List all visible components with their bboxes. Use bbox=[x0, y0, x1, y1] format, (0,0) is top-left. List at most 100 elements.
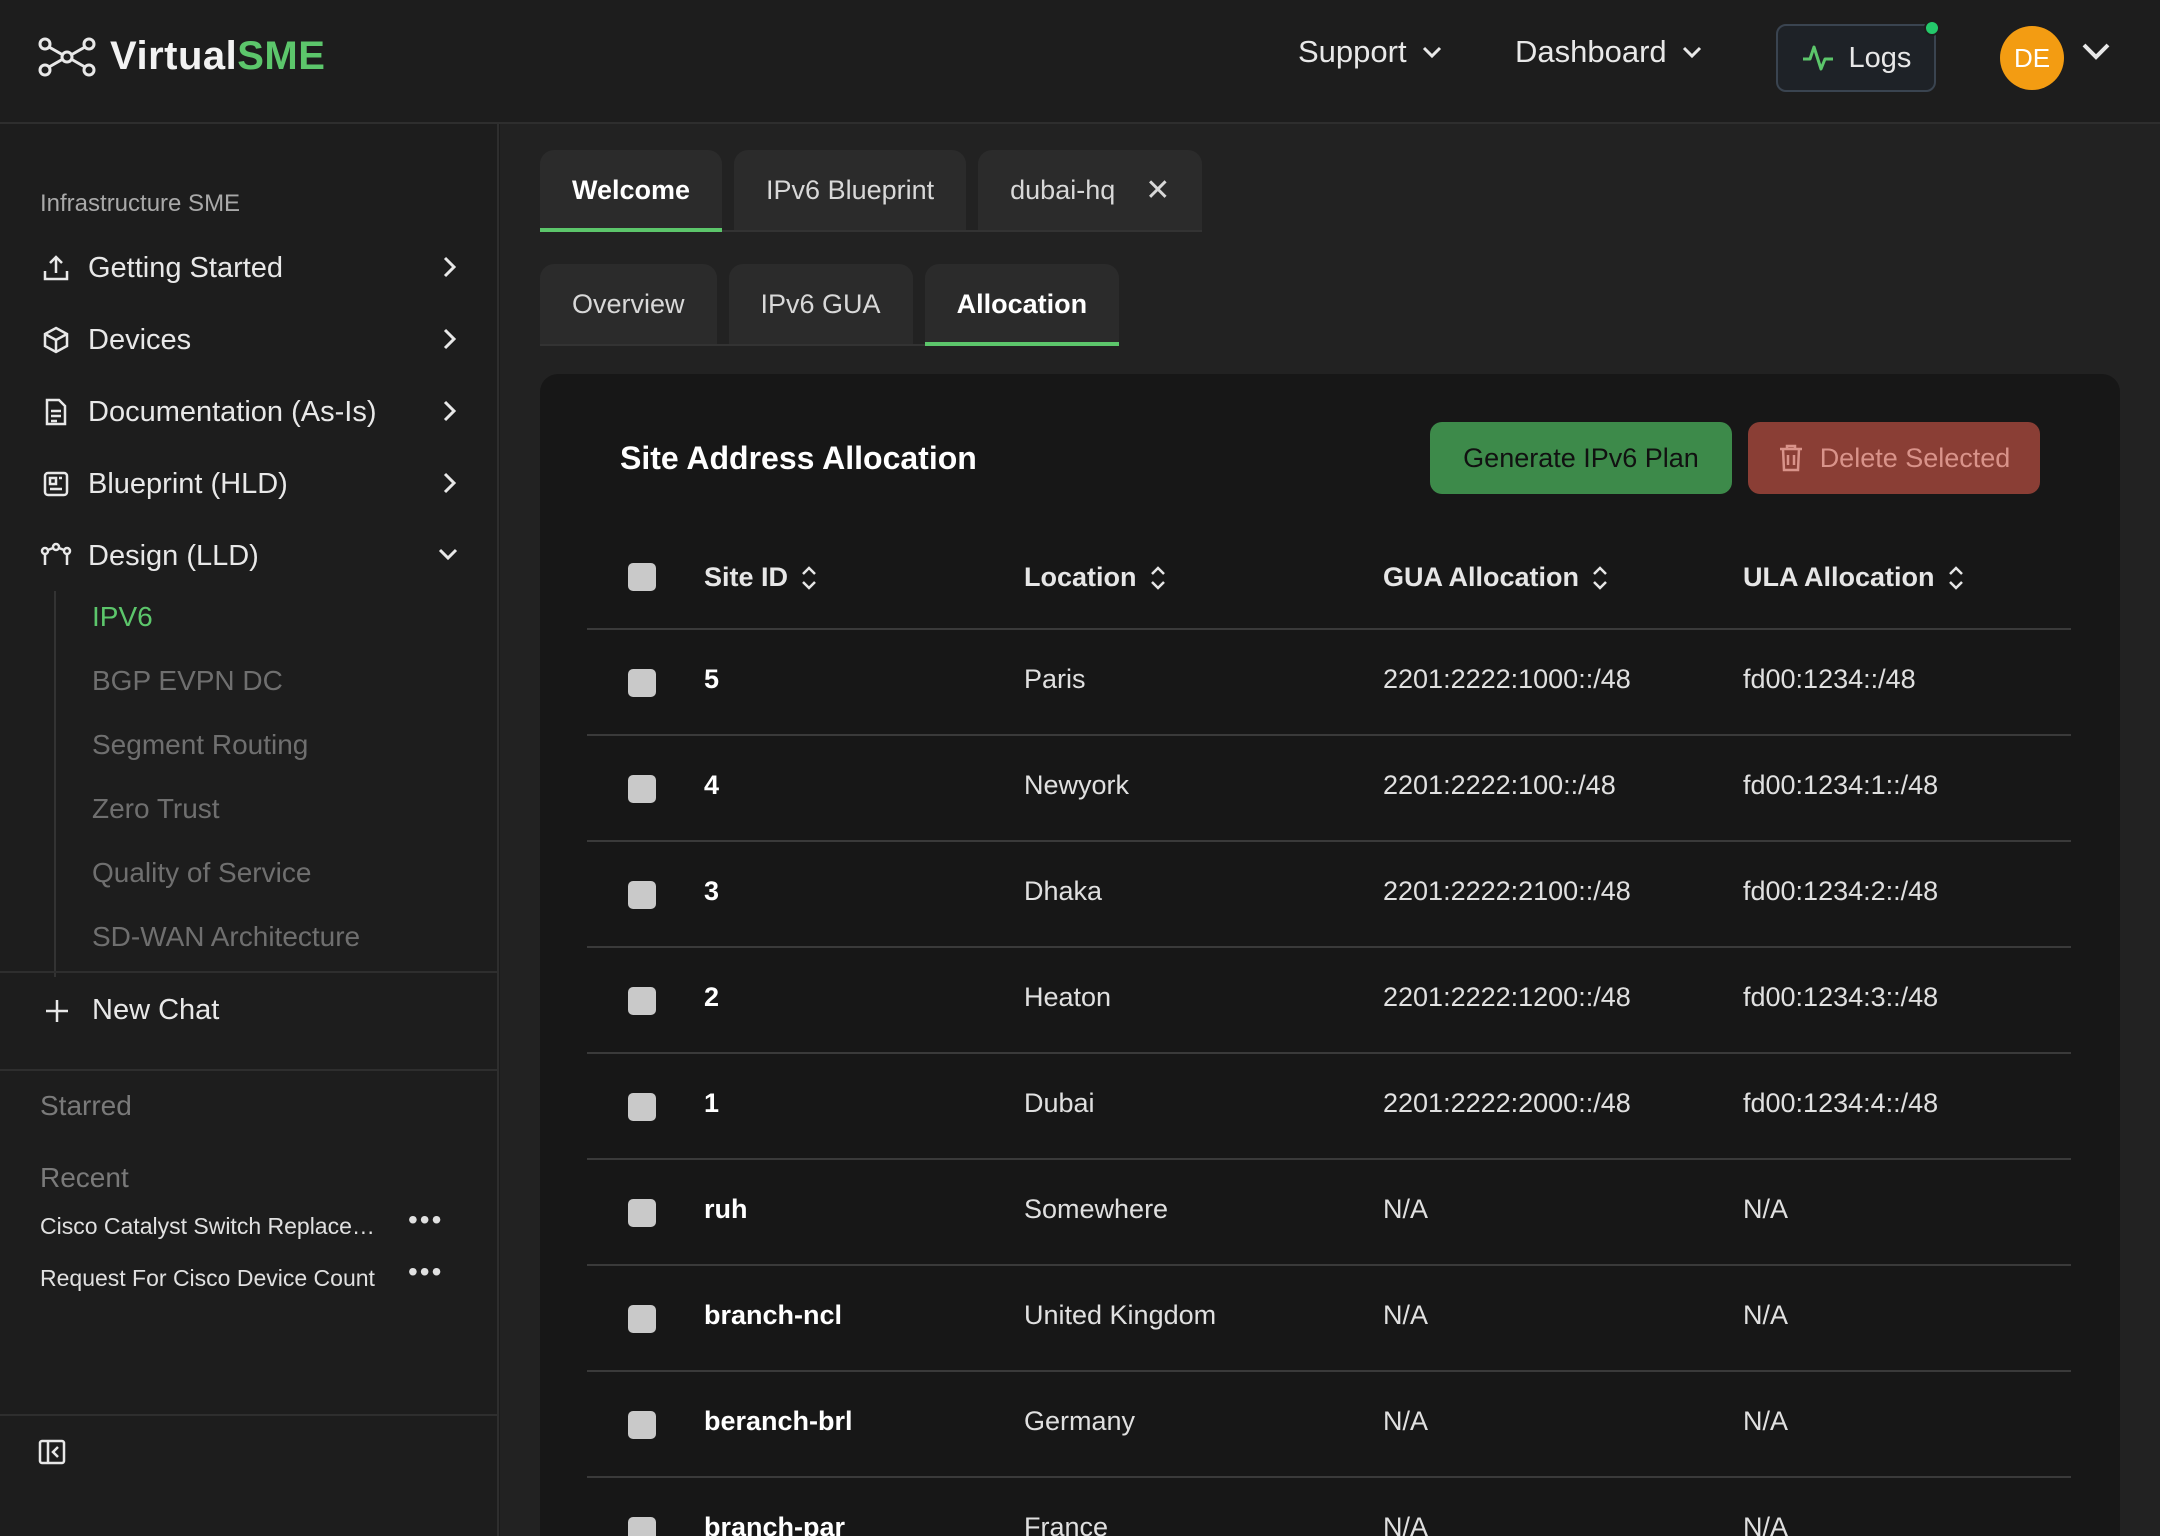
cell-site-id: 4 bbox=[704, 770, 720, 800]
column-header-gua[interactable]: GUA Allocation bbox=[1383, 562, 1609, 593]
table-row[interactable]: 3 Dhaka 2201:2222:2100::/48 fd00:1234:2:… bbox=[587, 842, 2071, 948]
cell-ula: N/A bbox=[1743, 1512, 1789, 1536]
more-options-icon[interactable]: ••• bbox=[408, 1204, 443, 1236]
cell-location: Heaton bbox=[1024, 982, 1112, 1012]
table-row[interactable]: 1 Dubai 2201:2222:2000::/48 fd00:1234:4:… bbox=[587, 1054, 2071, 1160]
table-row[interactable]: ruh Somewhere N/A N/A bbox=[587, 1160, 2071, 1266]
cell-location: Newyork bbox=[1024, 770, 1130, 800]
row-checkbox[interactable] bbox=[628, 669, 656, 697]
tab-ipv6-blueprint[interactable]: IPv6 Blueprint bbox=[734, 150, 967, 230]
cell-ula: fd00:1234:3::/48 bbox=[1743, 982, 1939, 1012]
more-options-icon[interactable]: ••• bbox=[408, 1256, 443, 1288]
close-icon[interactable]: ✕ bbox=[1145, 173, 1170, 208]
sidebar: Infrastructure SME Getting Started Devic… bbox=[0, 124, 499, 1536]
column-header-ula[interactable]: ULA Allocation bbox=[1743, 562, 1965, 593]
activity-icon bbox=[1802, 45, 1833, 71]
logs-label: Logs bbox=[1848, 41, 1912, 74]
blueprint-icon bbox=[40, 468, 72, 500]
section-label: Infrastructure SME bbox=[40, 190, 241, 217]
table-row[interactable]: branch-par France N/A N/A bbox=[587, 1478, 2071, 1536]
table-row[interactable]: beranch-brl Germany N/A N/A bbox=[587, 1372, 2071, 1478]
nav-dashboard-label: Dashboard bbox=[1515, 34, 1667, 69]
cell-ula: fd00:1234:4::/48 bbox=[1743, 1088, 1939, 1118]
cell-ula: fd00:1234:2::/48 bbox=[1743, 876, 1939, 906]
sidebar-item-label: Design (LLD) bbox=[88, 539, 259, 572]
allocation-table: Site ID Location GUA Allocation ULA Allo… bbox=[587, 524, 2071, 1536]
generate-ipv6-plan-button[interactable]: Generate IPv6 Plan bbox=[1430, 422, 1732, 494]
chevron-down-icon[interactable] bbox=[2080, 40, 2112, 62]
allocation-panel: Site Address Allocation Generate IPv6 Pl… bbox=[540, 374, 2120, 1536]
new-chat-button[interactable]: New Chat bbox=[44, 994, 219, 1027]
sidebar-item-label: Devices bbox=[88, 323, 192, 356]
cell-location: France bbox=[1024, 1512, 1109, 1536]
sidebar-item-blueprint[interactable]: Blueprint (HLD) bbox=[40, 456, 460, 512]
sub-item-bgp-evpn-dc[interactable]: BGP EVPN DC bbox=[92, 665, 283, 697]
cell-site-id: 3 bbox=[704, 876, 720, 906]
nav-dashboard[interactable]: Dashboard bbox=[1515, 34, 1703, 70]
tab-allocation[interactable]: Allocation bbox=[924, 264, 1120, 346]
table-row[interactable]: 2 Heaton 2201:2222:1200::/48 fd00:1234:3… bbox=[587, 948, 2071, 1054]
sidebar-divider bbox=[0, 1069, 499, 1071]
cell-gua: 2201:2222:100::/48 bbox=[1383, 770, 1616, 800]
row-checkbox[interactable] bbox=[628, 1093, 656, 1121]
logo[interactable]: VirtualSME bbox=[38, 34, 325, 79]
nav-support[interactable]: Support bbox=[1298, 34, 1443, 70]
recent-chat-item[interactable]: Cisco Catalyst Switch Replacement bbox=[40, 1212, 440, 1240]
sidebar-item-label: Getting Started bbox=[88, 251, 284, 284]
sub-item-ipv6[interactable]: IPV6 bbox=[92, 601, 153, 633]
row-checkbox[interactable] bbox=[628, 1517, 656, 1536]
row-checkbox[interactable] bbox=[628, 1199, 656, 1227]
row-checkbox[interactable] bbox=[628, 881, 656, 909]
cell-ula: fd00:1234:1::/48 bbox=[1743, 770, 1939, 800]
cell-site-id: branch-ncl bbox=[704, 1300, 843, 1330]
table-row[interactable]: 5 Paris 2201:2222:1000::/48 fd00:1234::/… bbox=[587, 630, 2071, 736]
cell-site-id: 1 bbox=[704, 1088, 720, 1118]
document-icon bbox=[40, 396, 72, 428]
sidebar-item-getting-started[interactable]: Getting Started bbox=[40, 240, 460, 296]
table-row[interactable]: branch-ncl United Kingdom N/A N/A bbox=[587, 1266, 2071, 1372]
recent-chat-item[interactable]: Request For Cisco Device Count bbox=[40, 1264, 440, 1292]
logs-button[interactable]: Logs bbox=[1776, 20, 1940, 92]
cell-gua: N/A bbox=[1383, 1194, 1429, 1224]
tab-overview[interactable]: Overview bbox=[540, 264, 717, 344]
column-header-location[interactable]: Location bbox=[1024, 562, 1167, 593]
table-row[interactable]: 4 Newyork 2201:2222:100::/48 fd00:1234:1… bbox=[587, 736, 2071, 842]
cell-site-id: branch-par bbox=[704, 1512, 846, 1536]
sidebar-divider bbox=[0, 1414, 499, 1416]
chevron-down-icon bbox=[1422, 46, 1441, 59]
avatar[interactable]: DE bbox=[2000, 26, 2064, 90]
chevron-down-icon bbox=[438, 548, 458, 561]
column-header-site-id[interactable]: Site ID bbox=[704, 562, 818, 593]
collapse-sidebar-icon[interactable] bbox=[38, 1438, 66, 1466]
sidebar-item-documentation[interactable]: Documentation (As-Is) bbox=[40, 384, 460, 440]
chevron-right-icon bbox=[443, 400, 457, 422]
design-icon bbox=[40, 540, 72, 572]
cell-gua: N/A bbox=[1383, 1300, 1429, 1330]
delete-selected-button[interactable]: Delete Selected bbox=[1748, 422, 2040, 494]
tab-ipv6-gua[interactable]: IPv6 GUA bbox=[728, 264, 913, 344]
cell-location: Dubai bbox=[1024, 1088, 1095, 1118]
select-all-checkbox[interactable] bbox=[628, 563, 656, 591]
tab-dubai-hq[interactable]: dubai-hq ✕ bbox=[978, 150, 1203, 230]
sidebar-item-label: Documentation (As-Is) bbox=[88, 395, 377, 428]
chevron-right-icon bbox=[443, 256, 457, 278]
tab-welcome[interactable]: Welcome bbox=[540, 150, 723, 232]
cell-ula: N/A bbox=[1743, 1194, 1789, 1224]
sub-item-segment-routing[interactable]: Segment Routing bbox=[92, 729, 308, 761]
row-checkbox[interactable] bbox=[628, 775, 656, 803]
new-chat-label: New Chat bbox=[92, 994, 220, 1026]
network-logo-icon bbox=[38, 37, 96, 76]
sub-item-zero-trust[interactable]: Zero Trust bbox=[92, 793, 220, 825]
sidebar-item-devices[interactable]: Devices bbox=[40, 312, 460, 368]
row-checkbox[interactable] bbox=[628, 1411, 656, 1439]
sub-item-quality-of-service[interactable]: Quality of Service bbox=[92, 857, 311, 889]
sub-item-sd-wan[interactable]: SD-WAN Architecture bbox=[92, 921, 360, 953]
sort-icon bbox=[1593, 565, 1607, 590]
view-tabs: Overview IPv6 GUA Allocation bbox=[540, 264, 1120, 346]
cell-ula: fd00:1234::/48 bbox=[1743, 664, 1916, 694]
row-checkbox[interactable] bbox=[628, 987, 656, 1015]
sidebar-item-design[interactable]: Design (LLD) bbox=[40, 528, 460, 584]
sort-icon bbox=[802, 565, 816, 590]
cell-ula: N/A bbox=[1743, 1406, 1789, 1436]
row-checkbox[interactable] bbox=[628, 1305, 656, 1333]
